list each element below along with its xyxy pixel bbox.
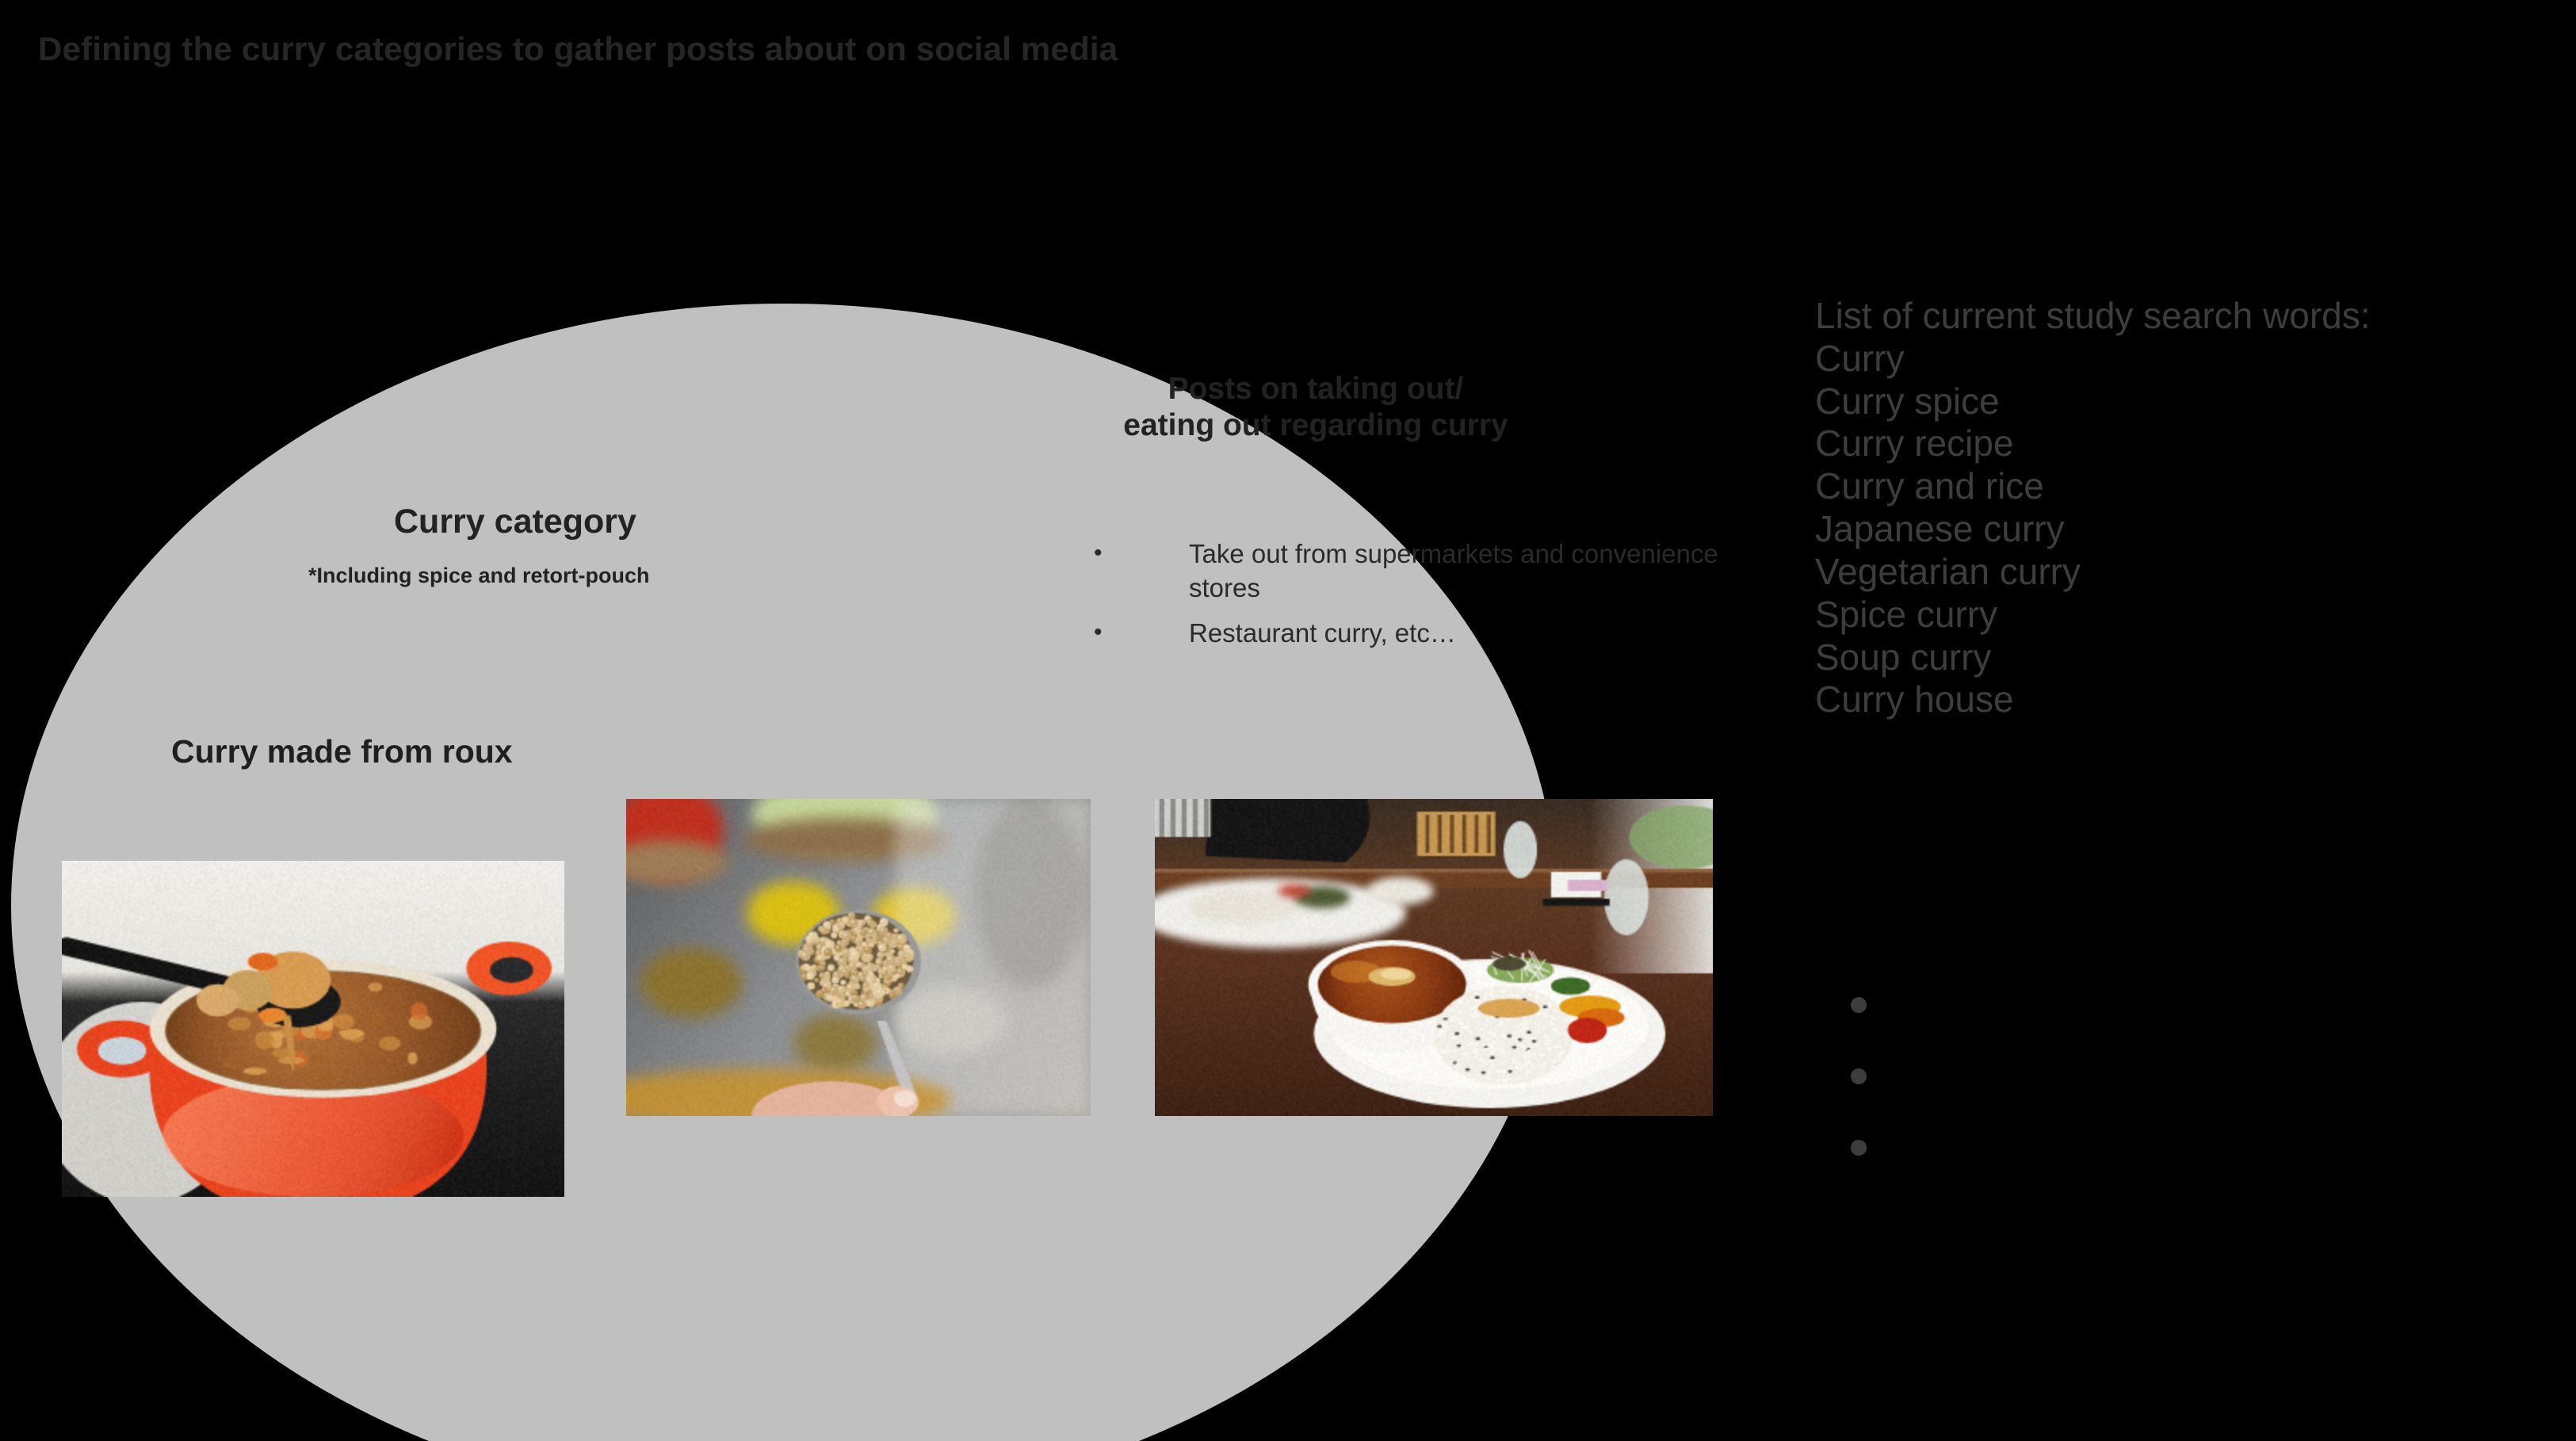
search-word-item: Curry recipe bbox=[1815, 422, 2371, 465]
list-item-label: Take out from supermarkets and convenien… bbox=[1189, 537, 1728, 606]
bullet-dot-icon: • bbox=[1094, 537, 1189, 568]
search-words-list: List of current study search words: Curr… bbox=[1815, 295, 2371, 721]
curry-category-subheading: *Including spice and retort-pouch bbox=[308, 564, 650, 588]
posts-bullet-list: • Take out from supermarkets and conveni… bbox=[1094, 537, 1728, 662]
bullet-dot-icon: • bbox=[1094, 617, 1189, 648]
search-word-item: Vegetarian curry bbox=[1815, 551, 2371, 594]
search-word-item: Japanese curry bbox=[1815, 508, 2371, 551]
search-word-item: Curry and rice bbox=[1815, 465, 2371, 508]
bullet-dot-icon bbox=[1851, 997, 1867, 1013]
bullet-dot-icon bbox=[1851, 1068, 1867, 1084]
curry-pot-photo bbox=[62, 861, 564, 1197]
search-word-item: Curry house bbox=[1815, 678, 2371, 721]
search-words-empty-bullets bbox=[1851, 997, 1867, 1211]
list-item: • Take out from supermarkets and conveni… bbox=[1094, 537, 1728, 606]
posts-heading: Posts on taking out/ eating out regardin… bbox=[991, 371, 1641, 444]
list-item-label: Restaurant curry, etc… bbox=[1189, 617, 1728, 651]
search-word-item: Curry spice bbox=[1815, 380, 2371, 423]
search-words-heading: List of current study search words: bbox=[1815, 295, 2371, 338]
restaurant-curry-photo bbox=[1155, 799, 1713, 1116]
bullet-dot-icon bbox=[1851, 1140, 1867, 1156]
list-item: • Restaurant curry, etc… bbox=[1094, 617, 1728, 651]
page-title: Defining the curry categories to gather … bbox=[38, 30, 1118, 68]
posts-heading-line-2: eating out regarding curry bbox=[991, 407, 1641, 444]
posts-heading-line-1: Posts on taking out/ bbox=[991, 371, 1641, 407]
slide-canvas: Defining the curry categories to gather … bbox=[0, 0, 2576, 1441]
search-word-item: Curry bbox=[1815, 338, 2371, 380]
curry-made-from-roux-heading: Curry made from roux bbox=[171, 733, 513, 770]
search-word-item: Spice curry bbox=[1815, 594, 2371, 636]
spice-spoon-photo bbox=[626, 799, 1091, 1116]
curry-category-heading: Curry category bbox=[394, 503, 636, 541]
search-word-item: Soup curry bbox=[1815, 636, 2371, 679]
